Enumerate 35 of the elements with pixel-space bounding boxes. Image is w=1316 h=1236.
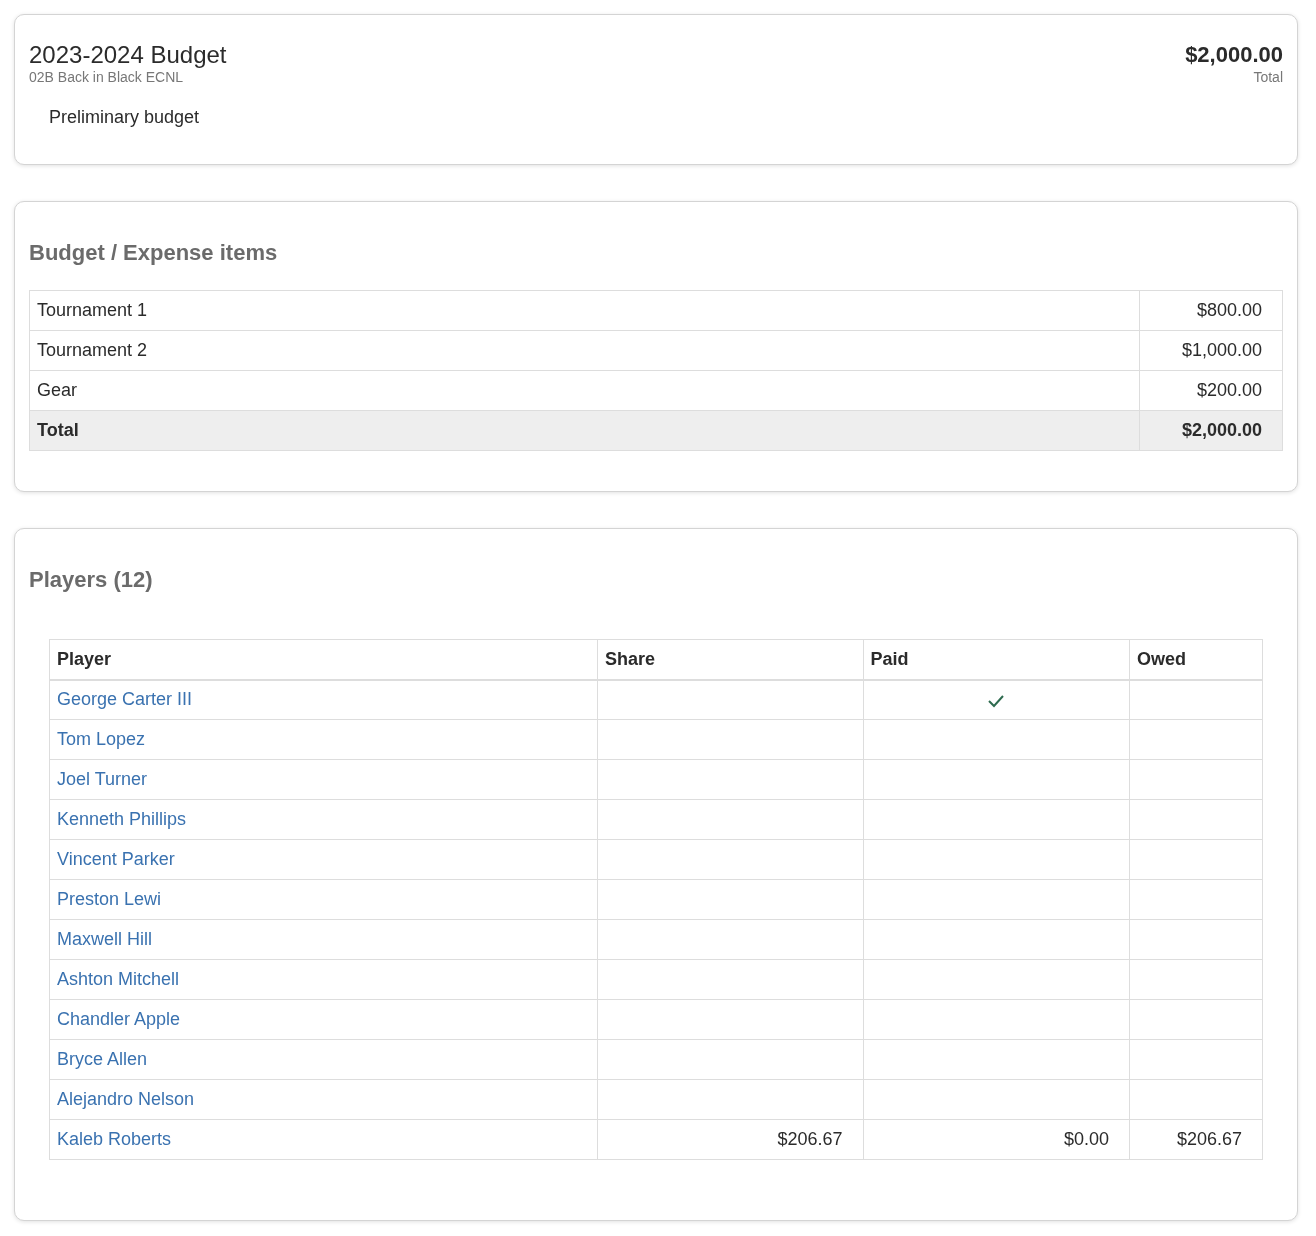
player-link[interactable]: Kenneth Phillips [57,809,187,829]
share-cell: $206.67 [597,1119,864,1160]
budget-total: $2,000.00 [1185,41,1283,69]
paid-cell: $0.00 [863,1119,1130,1160]
player-link[interactable]: Ashton Mitchell [57,969,180,989]
player-link[interactable]: Tom Lopez [57,729,146,749]
column-header: Share [597,639,864,680]
expense-name: Gear [29,370,1140,411]
section-title: Budget / Expense items [29,240,279,266]
player-link[interactable]: George Carter III [57,689,193,710]
expense-name: Tournament 2 [29,330,1140,371]
player-link[interactable]: Kaleb Roberts [57,1129,172,1149]
column-header: Player [49,639,598,680]
column-header: Paid [863,639,1130,680]
total-label: Total [29,410,1140,451]
expense-name: Tournament 1 [29,290,1140,331]
section-title: Players (12) [29,567,154,593]
player-link[interactable]: Chandler Apple [57,1009,181,1029]
player-link[interactable]: Vincent Parker [57,849,175,869]
team-name: 02B Back in Black ECNL [29,69,185,85]
player-link[interactable]: Joel Turner [57,769,148,789]
check-icon [987,693,1006,708]
budget-note: Preliminary budget [49,107,201,128]
column-header: Owed [1129,639,1263,680]
expense-amount: $1,000.00 [1139,330,1283,371]
total-amount: $2,000.00 [1139,410,1283,451]
player-link[interactable]: Maxwell Hill [57,929,152,949]
expense-amount: $800.00 [1139,290,1283,331]
budget-title: 2023-2024 Budget [29,41,227,69]
player-link[interactable]: Bryce Allen [57,1049,148,1069]
player-link[interactable]: Alejandro Nelson [57,1089,195,1109]
owed-cell: $206.67 [1129,1119,1263,1160]
total-label: Total [1252,69,1283,85]
player-link[interactable]: Preston Lewi [57,889,162,909]
expense-amount: $200.00 [1139,370,1283,411]
